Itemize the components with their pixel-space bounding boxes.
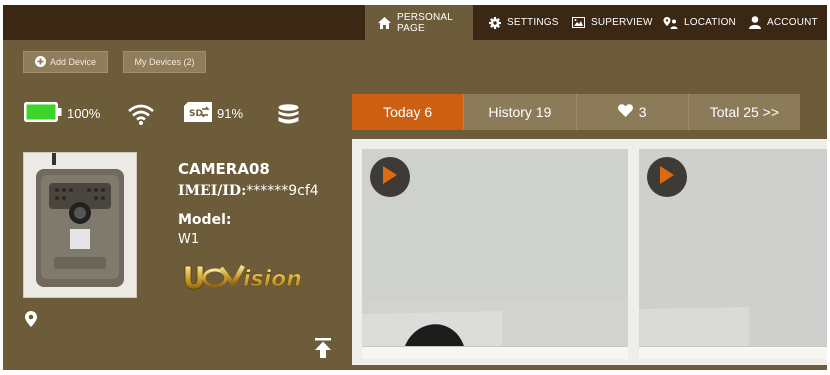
tab-total-label: Total 25 >> xyxy=(709,104,780,120)
nav-settings-label: SETTINGS xyxy=(507,17,559,28)
arrow-to-top-icon[interactable] xyxy=(315,338,331,362)
nav-superview-label: SUPERVIEW xyxy=(591,17,653,28)
my-devices-button[interactable]: My Devices (2) xyxy=(123,51,206,73)
battery-icon xyxy=(24,102,62,125)
tab-favorites[interactable]: 3 xyxy=(576,94,689,130)
media-gallery xyxy=(352,139,827,365)
photo-timestamp-strip xyxy=(639,346,827,359)
app-frame: PERSONAL PAGE SETTINGS SUPERVIEW LOCATIO… xyxy=(3,5,827,370)
nav-settings[interactable]: SETTINGS xyxy=(489,5,559,40)
home-icon xyxy=(378,16,391,29)
play-icon xyxy=(660,166,674,188)
my-devices-label: My Devices (2) xyxy=(134,57,195,67)
nav-personal-page[interactable]: PERSONAL PAGE xyxy=(365,5,473,40)
tab-favorites-count: 3 xyxy=(638,104,647,120)
nav-location-label: LOCATION xyxy=(684,17,736,28)
user-icon xyxy=(749,16,761,29)
sd-card-status: SD 91% xyxy=(184,102,243,125)
gear-icon xyxy=(489,16,501,29)
device-imei: IMEI/ID:******9cf4 xyxy=(178,183,319,199)
nav-personal-label: PERSONAL PAGE xyxy=(397,11,453,34)
add-device-label: Add Device xyxy=(49,57,97,67)
uovision-logo: ision xyxy=(181,260,329,298)
model-label: Model: xyxy=(178,212,232,228)
photo-timestamp-strip xyxy=(362,346,628,359)
nav-location[interactable]: LOCATION xyxy=(663,5,736,40)
picture-icon xyxy=(572,17,585,28)
battery-status: 100% xyxy=(24,102,100,125)
wifi-icon xyxy=(127,103,155,129)
nav-account[interactable]: ACCOUNT xyxy=(749,5,818,40)
database-icon xyxy=(278,104,299,129)
play-icon xyxy=(383,166,397,188)
play-button[interactable] xyxy=(647,157,687,197)
svg-text:SD: SD xyxy=(189,109,203,119)
tab-history-label: History 19 xyxy=(488,104,552,120)
media-thumbnail[interactable] xyxy=(362,149,628,359)
tab-today-label: Today 6 xyxy=(383,104,433,120)
battery-level: 100% xyxy=(67,106,101,121)
svg-text:ision: ision xyxy=(243,267,302,292)
sd-card-icon: SD xyxy=(184,102,212,125)
media-tabs: Today 6 History 19 3 Total 25 >> xyxy=(352,94,800,130)
camera-device-photo xyxy=(23,152,137,298)
add-device-button[interactable]: Add Device xyxy=(23,51,108,73)
sd-card-level: 91% xyxy=(217,106,244,121)
tab-total[interactable]: Total 25 >> xyxy=(688,94,800,130)
map-pin-icon[interactable] xyxy=(25,311,37,331)
location-people-icon xyxy=(663,16,678,29)
media-thumbnail[interactable] xyxy=(639,149,827,359)
play-button[interactable] xyxy=(370,157,410,197)
tab-history[interactable]: History 19 xyxy=(464,94,577,130)
imei-label: IMEI/ID: xyxy=(178,183,247,199)
top-navigation: PERSONAL PAGE SETTINGS SUPERVIEW LOCATIO… xyxy=(3,5,827,40)
nav-account-label: ACCOUNT xyxy=(767,17,818,28)
device-name: CAMERA08 xyxy=(178,160,270,178)
tab-today[interactable]: Today 6 xyxy=(352,94,465,130)
plus-circle-icon xyxy=(34,55,46,69)
model-value: W1 xyxy=(178,232,200,247)
imei-value: ******9cf4 xyxy=(246,183,319,199)
heart-icon xyxy=(617,104,633,120)
nav-superview[interactable]: SUPERVIEW xyxy=(572,5,653,40)
